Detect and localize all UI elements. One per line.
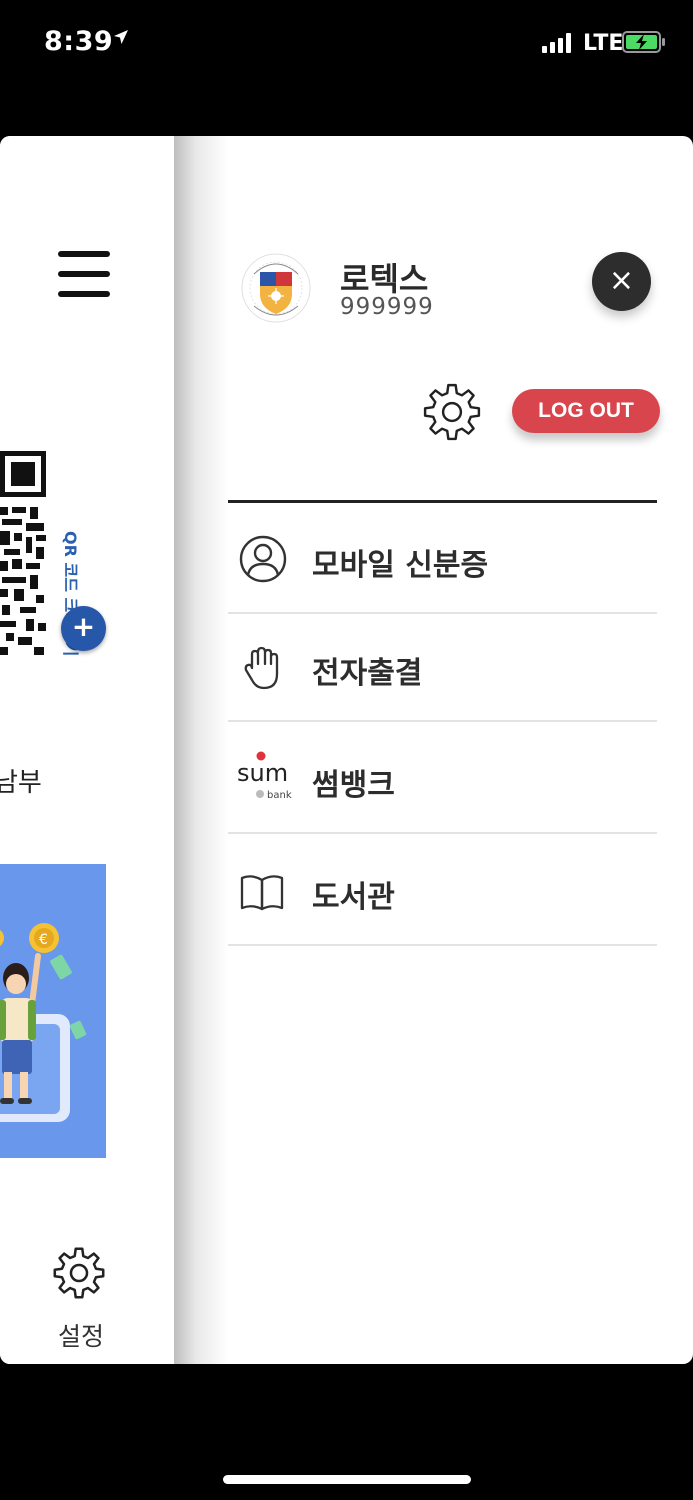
user-id: 999999: [340, 294, 434, 320]
gear-icon[interactable]: [52, 1246, 106, 1304]
network-type: LTE: [583, 31, 624, 56]
open-book-icon: [238, 866, 288, 916]
battery-charging-icon: [622, 31, 666, 57]
settings-gear-button[interactable]: [422, 382, 482, 446]
settings-tab-label[interactable]: 설정: [0, 1317, 162, 1353]
sum-bank-subtext: bank: [267, 790, 292, 801]
hamburger-menu-button[interactable]: [58, 251, 112, 299]
promo-banner[interactable]: €: [0, 864, 106, 1158]
close-drawer-button[interactable]: ×: [592, 252, 651, 311]
person-circle-icon: [238, 534, 288, 584]
menu-item-attendance[interactable]: 전자출결: [228, 614, 657, 722]
qr-enlarge-plus-button[interactable]: +: [61, 606, 106, 651]
menu-item-sum-bank[interactable]: sum bank 썸뱅크: [228, 726, 657, 834]
menu-item-label: 도서관: [312, 880, 395, 915]
hand-icon: [238, 642, 288, 692]
svg-text:€: €: [39, 932, 48, 948]
location-arrow-icon: [112, 28, 130, 50]
qr-code[interactable]: [0, 451, 48, 661]
promo-illustration: €: [0, 923, 87, 1122]
sum-bank-wordmark: sum: [237, 759, 288, 787]
drawer-divider: [228, 500, 657, 503]
menu-item-mobile-id[interactable]: 모바일 신분증: [228, 506, 657, 614]
gear-icon: [423, 383, 481, 441]
menu-item-library[interactable]: 도서관: [228, 838, 657, 946]
close-icon: ×: [608, 263, 635, 298]
menu-item-label: 썸뱅크: [312, 768, 395, 803]
section-text-partial: 남부: [0, 768, 42, 798]
menu-item-label: 전자출결: [312, 656, 423, 691]
status-time: 8:39: [44, 26, 114, 57]
logout-button[interactable]: LOG OUT: [512, 389, 660, 433]
side-drawer: 로텍스 999999 × LOG OUT 모바일 신분증 전자출결 sum ba…: [174, 136, 693, 1364]
sum-bank-logo-icon: sum bank: [236, 750, 296, 806]
status-bar: 8:39 LTE: [0, 0, 693, 88]
main-page-partial: QR 코드 크게보기 + 남부 € 설정: [0, 136, 174, 1364]
home-indicator[interactable]: [223, 1475, 471, 1484]
university-logo: [240, 252, 312, 324]
cellular-signal-icon: [542, 33, 571, 53]
app-screen: QR 코드 크게보기 + 남부 € 설정 로텍스 999999 × LOG OU…: [0, 136, 693, 1364]
menu-item-label: 모바일 신분증: [312, 548, 489, 583]
